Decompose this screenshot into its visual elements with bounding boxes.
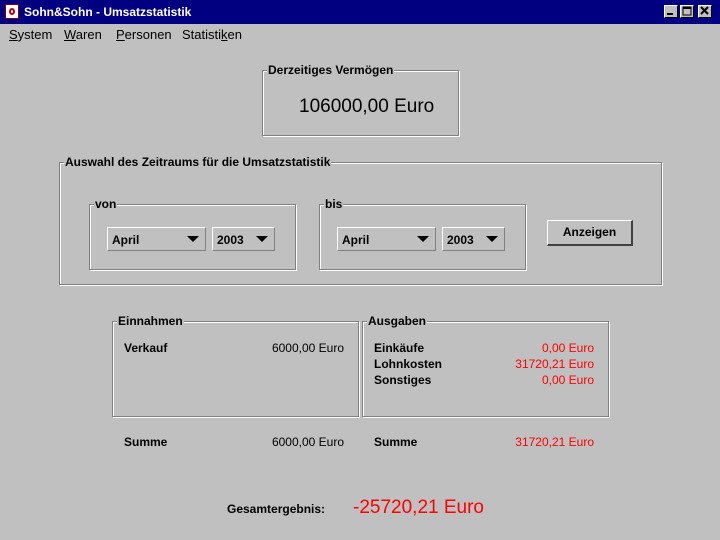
window-title: Sohn&Sohn - Umsatzstatistik <box>24 5 192 19</box>
verkauf-label: Verkauf <box>124 341 168 355</box>
von-month-select[interactable]: April <box>107 227 206 251</box>
ausgaben-label: Ausgaben <box>367 314 428 328</box>
menu-system-label: System <box>9 27 53 42</box>
menu-system[interactable]: System <box>9 27 52 42</box>
close-icon[interactable] <box>698 5 712 18</box>
menu-personen[interactable]: Personen <box>116 27 172 42</box>
von-month-value: April <box>112 233 140 247</box>
vermoegen-label: Derzeitiges Vermögen <box>267 63 395 77</box>
einnahmen-group: Einnahmen <box>112 314 359 417</box>
einkaeufe-value: 0,00 Euro <box>541 341 594 355</box>
bis-label: bis <box>324 197 344 211</box>
gesamt-value: -25720,21 Euro <box>353 497 484 518</box>
einnahmen-label: Einnahmen <box>117 314 184 328</box>
von-year-value: 2003 <box>217 233 244 247</box>
von-label: von <box>94 197 118 211</box>
menu-statistiken[interactable]: Statistiken <box>182 27 242 42</box>
menu-bar <box>0 24 720 46</box>
app-icon[interactable] <box>5 4 19 19</box>
bis-year-select[interactable]: 2003 <box>442 227 505 251</box>
lohnkosten-value: 31720,21 Euro <box>515 357 594 371</box>
lohnkosten-label: Lohnkosten <box>374 357 442 371</box>
chevron-down-icon <box>486 236 498 242</box>
maximize-icon[interactable] <box>680 5 694 18</box>
bis-group: bis April 2003 <box>319 197 526 270</box>
ausgaben-summe-value: 31720,21 Euro <box>515 435 594 449</box>
von-group: von April 2003 <box>89 197 296 270</box>
bis-month-select[interactable]: April <box>337 227 436 251</box>
chevron-down-icon <box>256 236 268 242</box>
anzeigen-button[interactable]: Anzeigen <box>547 220 633 246</box>
verkauf-value: 6000,00 Euro <box>271 341 344 355</box>
vermoegen-group: Derzeitiges Vermögen 106000,00 Euro <box>262 63 459 136</box>
menu-statistiken-label: Statistiken <box>182 27 242 42</box>
menu-personen-label: Personen <box>116 27 172 42</box>
menu-waren-label: Waren <box>64 27 102 42</box>
zeitraum-group: Auswahl des Zeitraums für die Umsatzstat… <box>59 155 662 285</box>
zeitraum-label: Auswahl des Zeitraums für die Umsatzstat… <box>64 155 332 169</box>
einkaeufe-label: Einkäufe <box>374 341 425 355</box>
gesamt-label: Gesamtergebnis: <box>227 502 326 516</box>
menu-waren[interactable]: Waren <box>64 27 102 42</box>
bis-month-value: April <box>342 233 370 247</box>
vermoegen-value: 106000,00 Euro <box>299 96 435 117</box>
bis-year-value: 2003 <box>447 233 474 247</box>
minimize-icon[interactable] <box>664 5 678 18</box>
chevron-down-icon <box>417 236 429 242</box>
einnahmen-summe-label: Summe <box>124 435 168 449</box>
einnahmen-summe-value: 6000,00 Euro <box>271 435 344 449</box>
sonstiges-label: Sonstiges <box>374 373 432 387</box>
von-year-select[interactable]: 2003 <box>212 227 275 251</box>
ausgaben-summe-label: Summe <box>374 435 418 449</box>
chevron-down-icon <box>187 236 199 242</box>
sonstiges-value: 0,00 Euro <box>541 373 594 387</box>
